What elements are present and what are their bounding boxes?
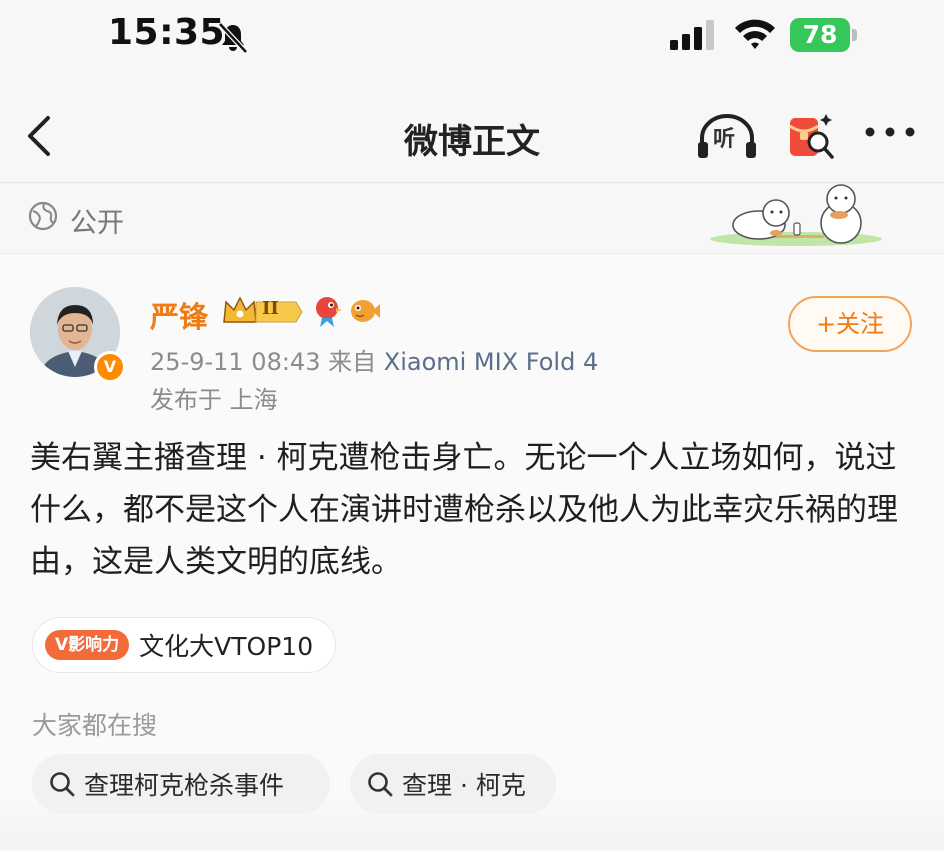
bottom-fade [0, 792, 944, 850]
influence-topic-chip[interactable]: V影响力 文化大VTOP10 [32, 617, 337, 673]
post-meta: 25-9-11 08:43 来自 Xiaomi MIX Fold 4 [150, 342, 598, 377]
battery-indicator: 78 [790, 18, 860, 52]
visibility-row: 公开 [0, 183, 944, 253]
battery-level: 78 [790, 18, 850, 52]
bears-illustration [710, 184, 882, 246]
post-card: V 严锋 II 25-9-11 08:43 来自 Xiaomi MIX Fold… [0, 253, 944, 851]
status-bar: 15:35 78 [0, 0, 944, 80]
follow-button[interactable]: +关注 [788, 296, 912, 352]
post-device-link[interactable]: Xiaomi MIX Fold 4 [384, 348, 598, 376]
mute-bell-icon [218, 22, 248, 54]
verified-badge: V [94, 351, 126, 383]
crown-level-number: II [262, 298, 279, 319]
globe-icon [28, 201, 58, 231]
post-timestamp: 25-9-11 08:43 [150, 348, 321, 376]
wifi-icon [735, 19, 775, 49]
battery-tip [852, 29, 857, 41]
post-location: 发布于 上海 [150, 386, 278, 414]
cellular-signal-icon [670, 20, 714, 50]
more-options-icon[interactable] [862, 118, 918, 146]
status-time: 15:35 [108, 12, 226, 53]
post-source-prefix: 来自 [328, 348, 377, 376]
red-packet-icon[interactable] [786, 108, 836, 164]
influence-badge: V影响力 [45, 630, 130, 660]
listen-label[interactable]: 听 [713, 121, 735, 153]
author-name[interactable]: 严锋 [150, 294, 208, 336]
post-text: 美右翼主播查理 · 柯克遭枪击身亡。无论一个人立场如何，说过什么，都不是这个人在… [30, 440, 898, 580]
trending-search-heading: 大家都在搜 [32, 711, 158, 740]
fish-badge-icon[interactable] [346, 296, 380, 326]
visibility-label: 公开 [70, 208, 124, 239]
influence-topic-label: 文化大VTOP10 [139, 632, 314, 661]
nav-bar: 微博正文 听 [0, 90, 944, 182]
bird-badge-icon[interactable] [312, 294, 342, 328]
